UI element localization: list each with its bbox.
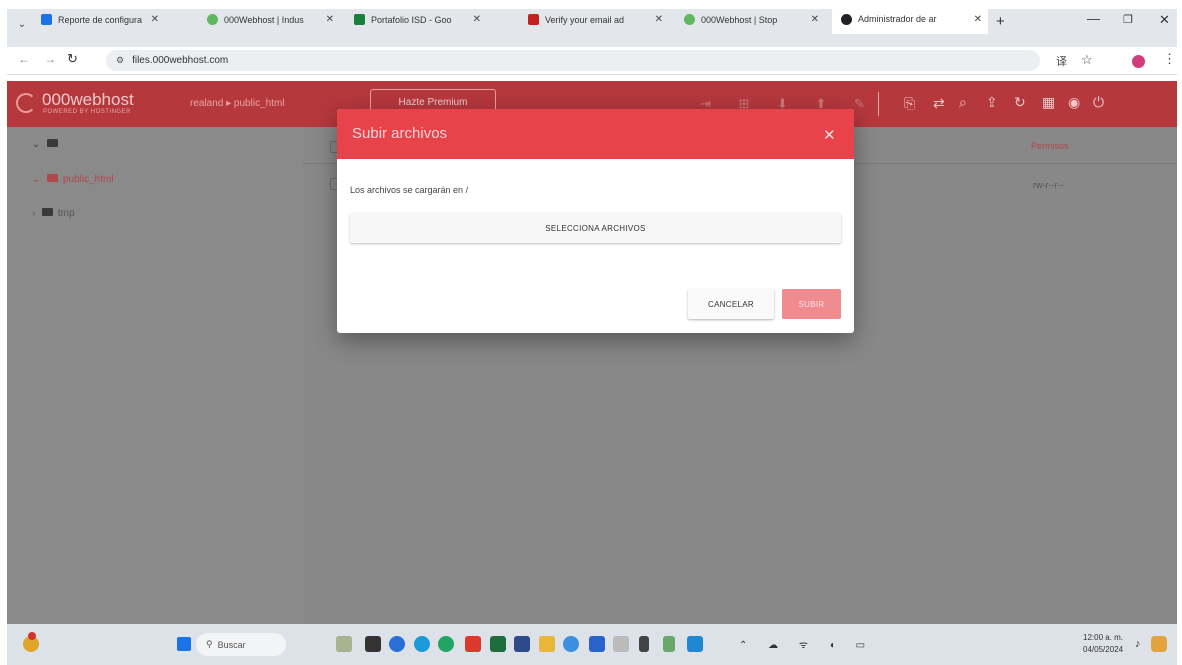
bell-icon[interactable]: ♪ (1135, 638, 1141, 650)
chevron-down-icon: ⌄ (32, 174, 41, 185)
close-icon[interactable]: ✕ (823, 126, 836, 144)
clock-date[interactable]: 04/05/2024 (1083, 645, 1123, 654)
folder-tree (7, 127, 303, 624)
dialog-title: Subir archivos (352, 125, 448, 142)
upload-button[interactable]: SUBIR (782, 289, 841, 319)
tab-portafolio[interactable]: Portafolio ISD - Goo ✕ (345, 6, 487, 33)
webhost-icon (684, 14, 695, 25)
gmail-icon (528, 14, 539, 25)
tree-item-label: tmp (57, 208, 75, 219)
tab-reporte[interactable]: Reporte de configura ✕ (32, 6, 165, 33)
close-tab-icon[interactable]: ✕ (473, 14, 481, 25)
new-tab-button[interactable]: + (996, 13, 1005, 30)
search-icon: ⚲ (206, 639, 213, 649)
app-icon-6[interactable] (465, 636, 481, 652)
tab-strip: Reporte de configura ✕ 000Webhost | Indu… (0, 0, 1182, 47)
menu-icon[interactable]: ⋮ (1163, 51, 1176, 67)
taskbar-search-label: Buscar (217, 639, 246, 650)
profile-avatar[interactable] (1132, 55, 1145, 68)
copy-icon[interactable]: ⎘ (904, 95, 915, 112)
power-icon[interactable]: ⏻ (1093, 94, 1104, 111)
app-icon-8[interactable] (514, 636, 530, 652)
tree-item-tmp[interactable]: › tmp (32, 208, 75, 219)
vscode-icon[interactable] (687, 636, 703, 652)
close-tab-icon[interactable]: ✕ (811, 14, 819, 25)
permissions-header[interactable]: Permisos (1031, 141, 1069, 151)
reload-icon[interactable]: ↻ (67, 51, 78, 67)
logo[interactable]: 000webhost POWERED BY HOSTINGER (16, 90, 176, 120)
sheets-icon (41, 14, 52, 25)
taskbar-search[interactable]: ⚲ Buscar (196, 633, 286, 656)
upload-icon[interactable]: ⇪ (986, 94, 998, 111)
clock-time[interactable]: 12:00 a. m. (1083, 633, 1123, 642)
chevron-down-icon: ⌄ (32, 139, 41, 150)
permissions-value: rw-r--r-- (1033, 180, 1064, 190)
tab-label: 000Webhost | Stop (701, 14, 778, 25)
edge-icon[interactable] (414, 636, 430, 652)
tab-label: 000Webhost | Indus (224, 14, 304, 25)
chevron-right-icon: › (32, 208, 36, 219)
tree-root[interactable]: ⌄ (32, 139, 59, 150)
globe-icon[interactable]: ◉ (1068, 94, 1080, 111)
tab-verify-email[interactable]: Verify your email ad ✕ (519, 6, 669, 33)
notification-badge (28, 632, 36, 640)
search-icon[interactable]: ⌕ (959, 94, 967, 111)
address-bar[interactable]: ⚙ files.000webhost.com (106, 50, 1040, 71)
logo-subtitle: POWERED BY HOSTINGER (43, 109, 131, 115)
chrome-icon[interactable] (438, 636, 454, 652)
dialog-message: Los archivos se cargarán en / (350, 185, 469, 195)
webhost-icon (207, 14, 218, 25)
app-icon-10[interactable] (563, 636, 579, 652)
bookmark-star-icon[interactable]: ☆ (1081, 52, 1093, 68)
folder-icon (47, 174, 59, 182)
tree-item-label: public_html (62, 174, 114, 185)
close-window-button[interactable]: ✕ (1159, 12, 1170, 28)
app-icon-11[interactable] (589, 636, 605, 652)
globe-icon (841, 13, 852, 25)
restore-button[interactable]: ❐ (1123, 13, 1133, 26)
tab-label: Portafolio ISD - Goo (371, 14, 452, 25)
grid-view-icon[interactable]: ▦ (1042, 94, 1055, 111)
refresh-icon[interactable]: ↻ (1014, 94, 1026, 111)
close-tab-icon[interactable]: ✕ (326, 14, 334, 25)
drive-icon (354, 14, 365, 25)
close-tab-icon[interactable]: ✕ (655, 14, 663, 25)
minimize-button[interactable]: — (1087, 11, 1100, 26)
logo-icon (16, 93, 36, 113)
tab-label: Administrador de ar (858, 14, 937, 24)
tree-item-public-html[interactable]: ⌄ public_html (32, 174, 114, 185)
tab-label: Reporte de configura (58, 14, 143, 25)
toolbar-divider (878, 92, 879, 116)
app-icon-7[interactable] (490, 636, 506, 652)
site-info-icon[interactable]: ⚙ (116, 55, 124, 66)
forward-icon[interactable]: → (44, 52, 56, 66)
app-icon-14[interactable] (663, 636, 675, 652)
tray-icons[interactable]: ⌃ ☁ ᯤ ◖ ▭ (739, 637, 874, 651)
folder-icon (47, 139, 59, 147)
app-icon-13[interactable] (639, 636, 649, 652)
back-icon[interactable]: ← (18, 52, 30, 66)
breadcrumb[interactable]: realand ▸ public_html (190, 98, 285, 109)
tab-label: Verify your email ad (545, 14, 625, 25)
app-icon-1[interactable] (336, 636, 352, 652)
close-tab-icon[interactable]: ✕ (974, 14, 982, 25)
tab-000webhost-stop[interactable]: 000Webhost | Stop ✕ (675, 6, 825, 33)
translate-icon[interactable]: 译 (1056, 53, 1067, 69)
start-icon[interactable] (177, 637, 191, 651)
tab-administrador[interactable]: Administrador de ar ✕ (832, 4, 988, 34)
move-icon[interactable]: ⇄ (933, 95, 945, 112)
tab-000webhost-indus[interactable]: 000Webhost | Indus ✕ (198, 6, 340, 33)
file-explorer-icon[interactable] (539, 636, 555, 652)
address-text: files.000webhost.com (132, 55, 229, 66)
select-files-button[interactable]: SELECCIONA ARCHIVOS (350, 213, 841, 243)
folder-icon (42, 208, 54, 216)
logo-text: 000webhost (42, 90, 134, 109)
cancel-button[interactable]: CANCELAR (688, 289, 774, 319)
app-icon-2[interactable] (365, 636, 381, 652)
app-icon-3[interactable] (389, 636, 405, 652)
close-tab-icon[interactable]: ✕ (151, 14, 159, 25)
copilot-icon[interactable] (1151, 636, 1167, 652)
app-icon-12[interactable] (613, 636, 629, 652)
